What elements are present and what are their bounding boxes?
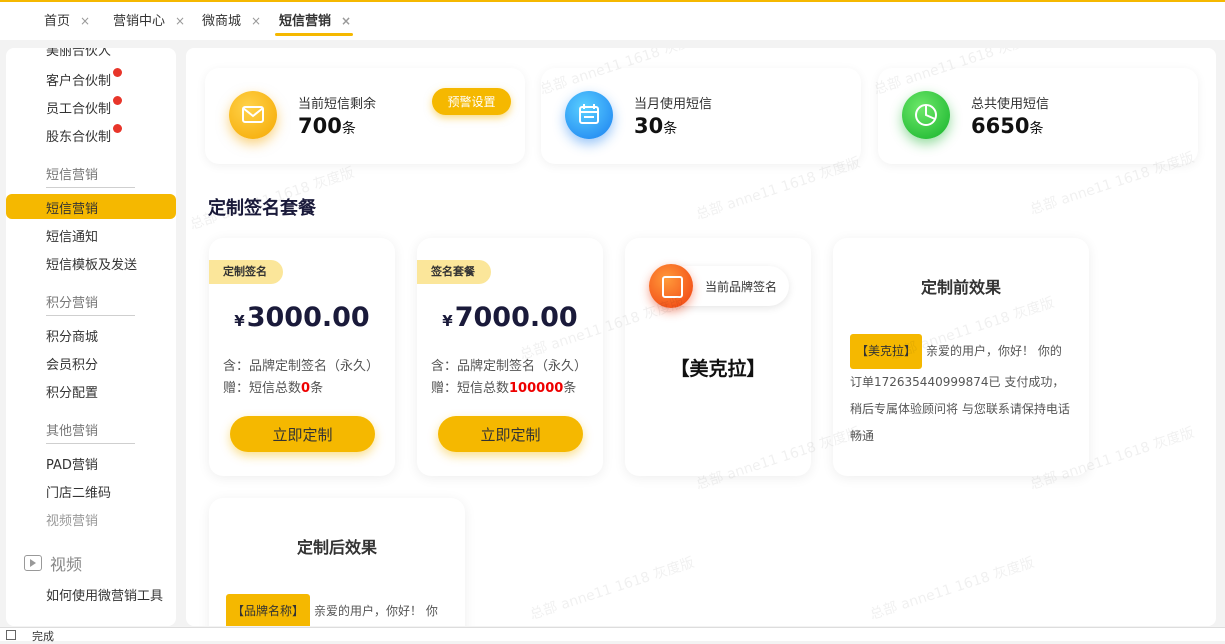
before-effect-message: 【美克拉】 亲爱的用户，你好！ 你的订单172635440999874已 支付成功… bbox=[850, 334, 1072, 450]
package-gift: 赠：短信总数100000条 bbox=[431, 381, 577, 396]
after-effect-card: 定制后效果 【品牌名称】 亲爱的用户，你好！ 你 bbox=[209, 498, 465, 626]
stat-value: 30条 bbox=[634, 114, 678, 138]
signature-tag: 【品牌名称】 bbox=[226, 594, 311, 626]
page-icon bbox=[6, 630, 16, 640]
status-bar: 完成 bbox=[0, 627, 1225, 643]
sidebar-item-video-marketing[interactable]: 视频营销 bbox=[46, 510, 98, 529]
sidebar-group-sms: 短信营销 bbox=[46, 168, 99, 183]
package-price: ¥7000.00 bbox=[442, 302, 578, 333]
package-includes: 含：品牌定制签名（永久） bbox=[431, 359, 588, 374]
before-effect-card: 定制前效果 【美克拉】 亲爱的用户，你好！ 你的订单172635440999874… bbox=[833, 238, 1089, 476]
stat-value: 700条 bbox=[298, 114, 356, 138]
pie-chart-icon bbox=[902, 91, 950, 139]
brand-label: 当前品牌签名 bbox=[705, 280, 778, 294]
sidebar-item-beauty-partner[interactable]: 美丽合伙人 bbox=[46, 48, 122, 59]
watermark: 总部 anne11 1618 灰度版 bbox=[528, 554, 697, 624]
sidebar-item-points-mall[interactable]: 积分商城 bbox=[46, 326, 98, 345]
signature-tag: 【美克拉】 bbox=[850, 334, 923, 369]
envelope-icon bbox=[229, 91, 277, 139]
close-icon[interactable]: × bbox=[175, 14, 185, 28]
sidebar-item-sms-marketing[interactable]: 短信营销 bbox=[46, 198, 98, 217]
tab-bar: 首页 × 营销中心 × 微商城 × 短信营销 × bbox=[0, 2, 1225, 40]
tab-sms-marketing[interactable]: 短信营销 × bbox=[274, 2, 354, 40]
order-now-button[interactable]: 立即定制 bbox=[438, 416, 583, 452]
stat-card-remaining: 当前短信剩余 700条 预警设置 bbox=[205, 68, 525, 164]
before-effect-title: 定制前效果 bbox=[920, 278, 1001, 297]
sidebar-group-video[interactable]: 视频 bbox=[50, 551, 82, 575]
tab-home[interactable]: 首页 × bbox=[44, 2, 90, 40]
package-price: ¥3000.00 bbox=[234, 302, 370, 333]
package-card-signature: 定制签名 ¥3000.00 含：品牌定制签名（永久） 赠：短信总数0条 立即定制 bbox=[209, 238, 395, 476]
watermark: 总部 anne11 1618 灰度版 bbox=[868, 554, 1037, 624]
sidebar-item-member-points[interactable]: 会员积分 bbox=[46, 354, 98, 373]
close-icon[interactable]: × bbox=[80, 14, 90, 28]
tab-label: 短信营销 bbox=[279, 14, 332, 29]
tab-label: 首页 bbox=[44, 14, 71, 29]
after-effect-title: 定制后效果 bbox=[296, 538, 377, 557]
brand-name: 【美克拉】 bbox=[670, 358, 766, 380]
sidebar-item-store-qrcode[interactable]: 门店二维码 bbox=[46, 482, 111, 501]
video-icon bbox=[24, 555, 42, 571]
package-tag: 定制签名 bbox=[209, 260, 283, 284]
main-content: 当前短信剩余 700条 预警设置 当月使用短信 30条 总共使用短信 6650条… bbox=[186, 48, 1216, 626]
calendar-icon bbox=[565, 91, 613, 139]
close-icon[interactable]: × bbox=[251, 14, 261, 28]
divider bbox=[46, 315, 135, 316]
stat-card-monthly: 当月使用短信 30条 bbox=[541, 68, 861, 164]
sidebar-group-other: 其他营销 bbox=[46, 424, 99, 439]
package-card-bundle: 签名套餐 ¥7000.00 含：品牌定制签名（永久） 赠：短信总数100000条… bbox=[417, 238, 603, 476]
hot-icon bbox=[113, 68, 123, 77]
sidebar-item-shareholder-partner[interactable]: 股东合伙制 bbox=[46, 124, 123, 145]
stat-value: 6650条 bbox=[971, 114, 1044, 138]
order-now-button[interactable]: 立即定制 bbox=[230, 416, 375, 452]
package-gift: 赠：短信总数0条 bbox=[223, 381, 324, 396]
sidebar-item-sms-notice[interactable]: 短信通知 bbox=[46, 226, 98, 245]
brand-signature-card: 当前品牌签名 【美克拉】 bbox=[625, 238, 811, 476]
after-effect-message: 【品牌名称】 亲爱的用户，你好！ 你 bbox=[226, 594, 448, 626]
tab-label: 营销中心 bbox=[113, 14, 166, 29]
sidebar-item-how-to-use[interactable]: 如何使用微营销工具 bbox=[46, 585, 163, 604]
section-title: 定制签名套餐 bbox=[208, 198, 316, 219]
package-tag: 签名套餐 bbox=[417, 260, 491, 284]
hot-icon bbox=[113, 124, 123, 133]
stat-card-total: 总共使用短信 6650条 bbox=[878, 68, 1198, 164]
brand-icon bbox=[649, 264, 693, 308]
sidebar-item-employee-partner[interactable]: 员工合伙制 bbox=[46, 96, 123, 117]
sidebar-item-points-config[interactable]: 积分配置 bbox=[46, 382, 98, 401]
divider bbox=[46, 443, 135, 444]
package-includes: 含：品牌定制签名（永久） bbox=[223, 359, 380, 374]
sidebar: 美丽合伙人 客户合伙制 员工合伙制 股东合伙制 短信营销 短信营销 短信通知 短… bbox=[6, 48, 176, 626]
divider bbox=[46, 187, 135, 188]
sidebar-item-customer-partner[interactable]: 客户合伙制 bbox=[46, 68, 123, 89]
status-text: 完成 bbox=[32, 630, 54, 643]
brand-signature-pill: 当前品牌签名 bbox=[649, 264, 789, 308]
sidebar-item-sms-template[interactable]: 短信模板及发送 bbox=[46, 254, 137, 273]
stat-label: 总共使用短信 bbox=[971, 97, 1050, 112]
close-icon[interactable]: × bbox=[341, 14, 351, 28]
stat-label: 当前短信剩余 bbox=[298, 97, 377, 112]
tab-label: 微商城 bbox=[202, 14, 242, 29]
hot-icon bbox=[113, 96, 123, 105]
warning-settings-button[interactable]: 预警设置 bbox=[432, 88, 511, 115]
tab-micro-mall[interactable]: 微商城 × bbox=[202, 2, 261, 40]
tab-marketing-center[interactable]: 营销中心 × bbox=[113, 2, 185, 40]
stat-label: 当月使用短信 bbox=[634, 97, 713, 112]
sidebar-group-points: 积分营销 bbox=[46, 296, 99, 311]
sidebar-item-pad[interactable]: PAD营销 bbox=[46, 454, 98, 473]
